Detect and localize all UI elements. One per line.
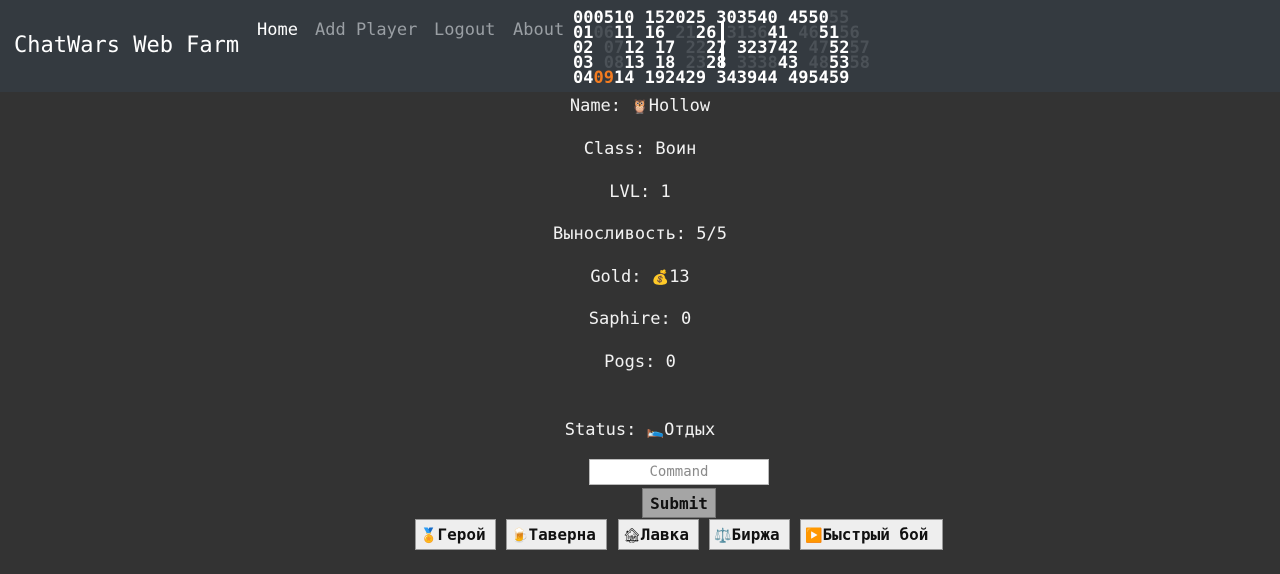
player-stamina: Выносливость: 5/5 <box>552 224 728 244</box>
player-pogs: Pogs: 0 <box>604 352 676 372</box>
submit-button[interactable]: Submit <box>642 488 716 518</box>
player-level: LVL: 1 <box>609 182 671 202</box>
play-icon: ▶️ <box>805 528 823 544</box>
shop-button[interactable]: 🏚Лавка <box>618 519 699 550</box>
scales-icon: ⚖️ <box>714 528 732 544</box>
nav-add-player[interactable]: Add Player <box>315 20 417 40</box>
player-saphire: Saphire: 0 <box>588 309 692 329</box>
navbar: ChatWars Web Farm Home Add Player Logout… <box>0 0 1280 92</box>
clock-digits: 09 <box>593 68 614 88</box>
hero-button[interactable]: 🏅Герой <box>415 519 496 550</box>
medal-icon: 🏅 <box>420 528 438 544</box>
house-icon: 🏚 <box>623 528 641 544</box>
clock-separator <box>721 22 724 68</box>
nav-home[interactable]: Home <box>257 20 298 40</box>
money-bag-icon: 💰 <box>651 270 670 286</box>
clock-digits: 04 <box>573 68 594 88</box>
exchange-button[interactable]: ⚖️Биржа <box>709 519 790 550</box>
clock-digits: 14 192429 343944 495459 <box>613 68 850 88</box>
bed-icon: 🛌 <box>646 423 665 439</box>
player-name: Name: 🦉Hollow <box>569 96 711 116</box>
nav-about[interactable]: About <box>513 20 564 40</box>
player-gold: Gold: 💰13 <box>590 267 690 287</box>
player-status: Status: 🛌Отдых <box>564 420 716 440</box>
clock-row: 040914 192429 343944 495459 <box>573 68 870 88</box>
brand-title[interactable]: ChatWars Web Farm <box>14 33 239 58</box>
command-input[interactable] <box>589 459 769 485</box>
clock-digits: 58 <box>849 53 870 73</box>
quick-battle-button[interactable]: ▶️Быстрый бой <box>800 519 943 550</box>
nav-logout[interactable]: Logout <box>434 20 495 40</box>
tavern-button[interactable]: 🍺Таверна <box>506 519 607 550</box>
owl-icon: 🦉 <box>631 99 649 115</box>
player-class: Class: Воин <box>583 139 697 159</box>
beer-icon: 🍺 <box>511 528 529 544</box>
